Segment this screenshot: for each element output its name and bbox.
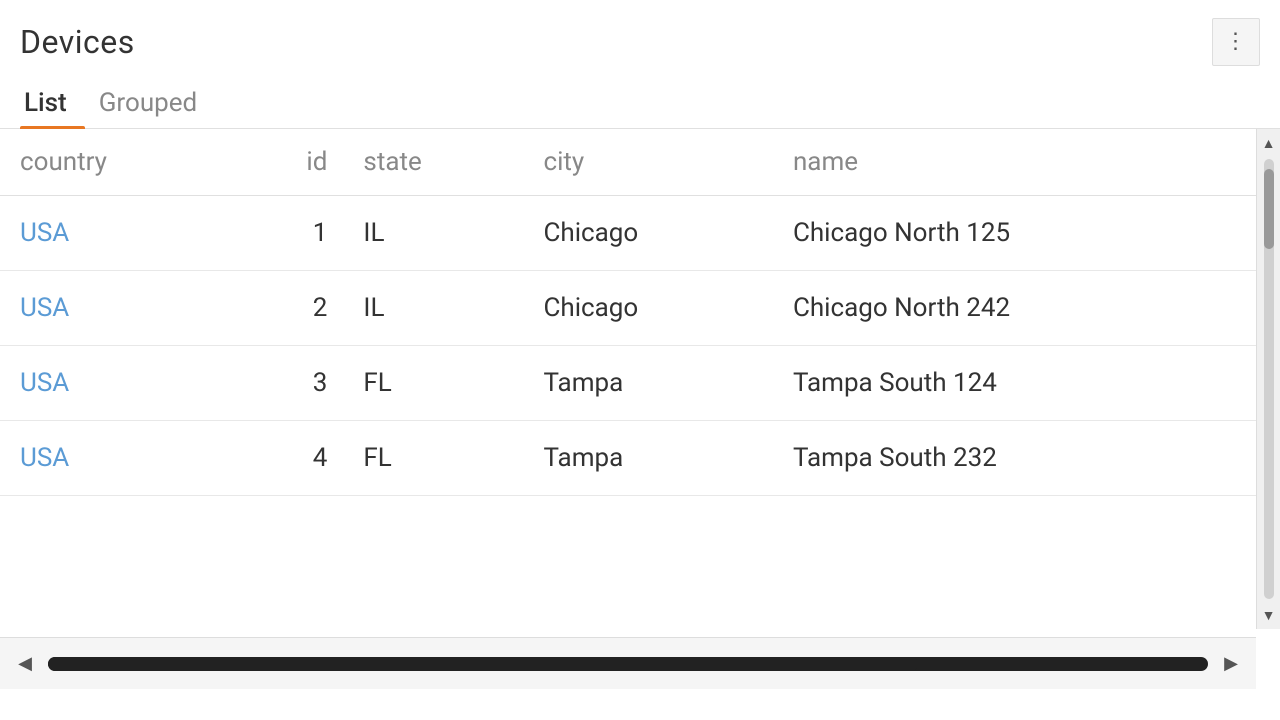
horizontal-scrollbar[interactable]: ◀ ▶ [0, 637, 1256, 689]
col-header-name[interactable]: name [773, 129, 1256, 196]
menu-icon: ⋮ [1225, 31, 1248, 53]
cell-country: USA [0, 271, 235, 346]
vertical-scrollbar[interactable]: ▲ ▼ [1256, 129, 1280, 629]
scroll-right-button[interactable]: ▶ [1216, 649, 1246, 679]
tab-grouped[interactable]: Grouped [95, 78, 215, 128]
cell-country: USA [0, 196, 235, 271]
cell-name: Chicago North 242 [773, 271, 1256, 346]
col-header-state[interactable]: state [343, 129, 523, 196]
cell-city: Tampa [523, 421, 772, 496]
h-scroll-thumb[interactable] [48, 657, 918, 671]
scroll-up-button[interactable]: ▲ [1257, 131, 1280, 155]
devices-widget: Devices ⋮ List Grouped country id state … [0, 0, 1280, 720]
scroll-thumb[interactable] [1264, 169, 1274, 249]
table-row[interactable]: USA4FLTampaTampa South 232 [0, 421, 1256, 496]
menu-button[interactable]: ⋮ [1212, 18, 1260, 66]
col-header-country[interactable]: country [0, 129, 235, 196]
table-header-row: country id state city name [0, 129, 1256, 196]
scroll-down-button[interactable]: ▼ [1257, 603, 1280, 627]
cell-id: 1 [235, 196, 344, 271]
cell-country: USA [0, 346, 235, 421]
cell-city: Chicago [523, 271, 772, 346]
cell-id: 3 [235, 346, 344, 421]
widget-title: Devices [20, 23, 135, 61]
cell-city: Chicago [523, 196, 772, 271]
tab-list[interactable]: List [20, 78, 85, 128]
col-header-id[interactable]: id [235, 129, 344, 196]
table-row[interactable]: USA1ILChicagoChicago North 125 [0, 196, 1256, 271]
table-wrapper: country id state city name USA1ILChicago… [0, 129, 1280, 689]
h-scroll-track [48, 657, 1208, 671]
table-row[interactable]: USA2ILChicagoChicago North 242 [0, 271, 1256, 346]
cell-name: Chicago North 125 [773, 196, 1256, 271]
cell-name: Tampa South 232 [773, 421, 1256, 496]
devices-table: country id state city name USA1ILChicago… [0, 129, 1256, 496]
cell-state: FL [343, 421, 523, 496]
cell-state: IL [343, 271, 523, 346]
cell-id: 2 [235, 271, 344, 346]
cell-name: Tampa South 124 [773, 346, 1256, 421]
col-header-city[interactable]: city [523, 129, 772, 196]
table-row[interactable]: USA3FLTampaTampa South 124 [0, 346, 1256, 421]
cell-state: FL [343, 346, 523, 421]
cell-state: IL [343, 196, 523, 271]
scroll-left-button[interactable]: ◀ [10, 649, 40, 679]
cell-id: 4 [235, 421, 344, 496]
cell-city: Tampa [523, 346, 772, 421]
widget-header: Devices ⋮ [0, 18, 1280, 78]
cell-country: USA [0, 421, 235, 496]
scroll-track [1264, 159, 1274, 599]
tabs-row: List Grouped [0, 78, 1280, 129]
